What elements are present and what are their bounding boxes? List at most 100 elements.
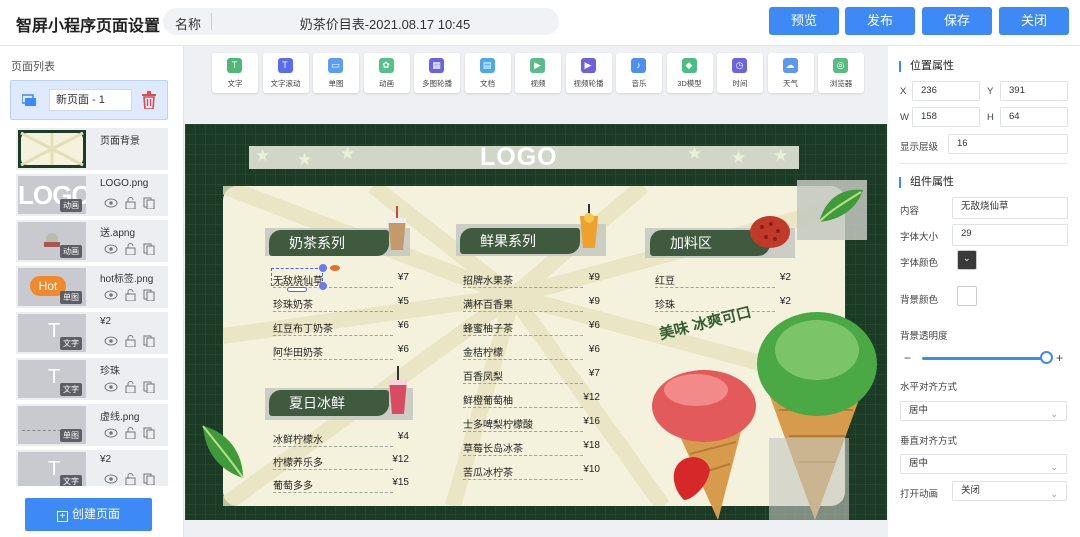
menu-item-price[interactable]: ¥6 (379, 320, 409, 331)
menu-item-name[interactable]: 红豆布丁奶茶 (273, 320, 333, 335)
copy-icon[interactable] (143, 197, 155, 209)
opacity-slider[interactable] (922, 357, 1048, 360)
layer-item[interactable]: T 文字 ¥2 (16, 450, 168, 486)
tool-text[interactable]: T 文字 (212, 53, 258, 93)
menu-item-name[interactable]: 红豆 (655, 272, 675, 287)
close-button[interactable]: 关闭 (999, 7, 1069, 35)
h-align-select[interactable]: 居中 ⌄ (900, 401, 1067, 421)
eye-icon[interactable] (104, 290, 118, 300)
preview-button[interactable]: 预览 (769, 7, 839, 35)
eye-icon[interactable] (104, 336, 118, 346)
menu-item-name[interactable]: 柠檬养乐多 (273, 454, 323, 469)
tool-weather[interactable]: ☁ 天气 (767, 53, 814, 93)
layer-item[interactable]: 单图 虚线.png (16, 404, 168, 446)
menu-item-price[interactable]: ¥6 (379, 344, 409, 355)
menu-item-name[interactable]: 冰鲜柠檬水 (273, 431, 323, 446)
eye-icon[interactable] (104, 428, 118, 438)
layer-item[interactable]: Hot 单图 hot标签.png (16, 266, 168, 308)
plus-icon[interactable]: + (1056, 351, 1063, 365)
copy-icon[interactable] (143, 473, 155, 485)
category-milk-tea[interactable]: 奶茶系列 (269, 230, 389, 256)
menu-item-price[interactable]: ¥16 (570, 416, 600, 427)
lock-icon[interactable] (125, 197, 136, 210)
eye-icon[interactable] (104, 244, 118, 254)
layer-item[interactable]: 页面背景 (16, 128, 168, 170)
lock-icon[interactable] (125, 243, 136, 256)
layer-item[interactable]: T 文字 ¥2 (16, 312, 168, 354)
font-color-picker[interactable]: ⌄ (957, 250, 977, 270)
font-size-input[interactable]: 29 (952, 224, 1068, 246)
lock-icon[interactable] (125, 473, 136, 486)
menu-item-price[interactable]: ¥9 (570, 272, 600, 283)
lock-icon[interactable] (125, 427, 136, 440)
resize-handle[interactable] (319, 282, 327, 290)
v-align-select[interactable]: 居中 ⌄ (900, 454, 1067, 474)
publish-button[interactable]: 发布 (845, 7, 915, 35)
y-input[interactable]: 391 (1000, 81, 1068, 101)
category-summer[interactable]: 夏日冰鲜 (269, 390, 389, 416)
menu-item-name[interactable]: 珍珠奶茶 (273, 296, 313, 311)
page-name-input[interactable]: 新页面 - 1 (49, 89, 132, 111)
menu-item-price[interactable]: ¥15 (379, 477, 409, 488)
resize-handle[interactable] (319, 264, 327, 272)
design-canvas[interactable]: LOGO ★ ★ ★ ★ ★ ★ 奶茶系列 鲜果系列 加料区 夏日冰鲜 无敌烧仙… (185, 124, 887, 520)
copy-icon[interactable] (143, 335, 155, 347)
copy-icon[interactable] (143, 381, 155, 393)
menu-item-name[interactable]: 阿华田奶茶 (273, 344, 323, 359)
menu-item-name[interactable]: 百香凤梨 (463, 368, 503, 383)
create-page-button[interactable]: + 创建页面 (25, 498, 152, 531)
menu-item-name[interactable]: 满杯百香果 (463, 296, 513, 311)
copy-icon[interactable] (143, 243, 155, 255)
tool-video[interactable]: ▶ 视频 (515, 53, 561, 93)
page-name-value[interactable]: 奶茶价目表-2021.08.17 10:45 (223, 14, 547, 33)
menu-item-name[interactable]: 珍珠 (655, 296, 675, 311)
page-name-field[interactable]: 名称 奶茶价目表-2021.08.17 10:45 (163, 8, 559, 35)
layer-item[interactable]: T 文字 珍珠 (16, 358, 168, 400)
menu-item-price[interactable]: ¥5 (379, 296, 409, 307)
lock-icon[interactable] (125, 289, 136, 302)
menu-item-name[interactable]: 金桔柠檬 (463, 344, 503, 359)
menu-item-price[interactable]: ¥12 (379, 454, 409, 465)
tool-model-3d[interactable]: ◆ 3D模型 (666, 53, 713, 93)
eye-icon[interactable] (104, 474, 118, 484)
content-input[interactable]: 无敌烧仙草 (952, 197, 1068, 219)
menu-item-name[interactable]: 士多啤梨柠檬酸 (463, 416, 533, 431)
menu-item-name[interactable]: 草莓长岛冰茶 (463, 440, 523, 455)
layer-input[interactable]: 16 (948, 134, 1068, 154)
save-button[interactable]: 保存 (922, 7, 992, 35)
copy-icon[interactable] (143, 427, 155, 439)
tool-music[interactable]: ♪ 音乐 (616, 53, 662, 93)
menu-item-name[interactable]: 鲜橙葡萄柚 (463, 392, 513, 407)
tool-browser[interactable]: ◎ 浏览器 (818, 53, 864, 93)
menu-item-price[interactable]: ¥10 (570, 464, 600, 475)
tool-document[interactable]: ▤ 文档 (464, 53, 511, 93)
menu-item-name[interactable]: 苦瓜冰柠茶 (463, 464, 513, 479)
delivery-badge-image[interactable] (769, 438, 849, 520)
tool-image[interactable]: ▭ 单图 (313, 53, 359, 93)
category-fruit[interactable]: 鲜果系列 (460, 228, 580, 254)
delete-icon[interactable] (141, 91, 157, 109)
page-item[interactable]: 新页面 - 1 (10, 80, 168, 120)
menu-item-price[interactable]: ¥12 (570, 392, 600, 403)
menu-item-price[interactable]: ¥18 (570, 440, 600, 451)
lock-icon[interactable] (125, 335, 136, 348)
selection-box[interactable] (271, 268, 323, 286)
layer-item[interactable]: 动画 送.apng (16, 220, 168, 262)
open-animation-select[interactable]: 关闭 ⌄ (952, 481, 1067, 501)
menu-item-name[interactable]: 蜂蜜柚子茶 (463, 320, 513, 335)
menu-item-price[interactable]: ¥6 (570, 344, 600, 355)
minus-icon[interactable]: − (904, 351, 911, 365)
eye-icon[interactable] (104, 382, 118, 392)
eye-icon[interactable] (104, 198, 118, 208)
height-input[interactable]: 64 (1000, 107, 1068, 127)
layer-item[interactable]: LOGO 动画 LOGO.png (16, 174, 168, 216)
menu-item-name[interactable]: 葡萄多多 (273, 477, 313, 492)
width-input[interactable]: 158 (912, 107, 980, 127)
menu-item-price[interactable]: ¥4 (379, 431, 409, 442)
x-input[interactable]: 236 (912, 81, 980, 101)
tool-carousel[interactable]: ▦ 多图轮播 (414, 53, 460, 93)
bg-color-picker[interactable] (957, 286, 977, 306)
opacity-slider-handle[interactable] (1040, 351, 1053, 364)
menu-item-price[interactable]: ¥9 (570, 296, 600, 307)
tool-video-carousel[interactable]: ▶ 视频轮播 (565, 53, 612, 93)
